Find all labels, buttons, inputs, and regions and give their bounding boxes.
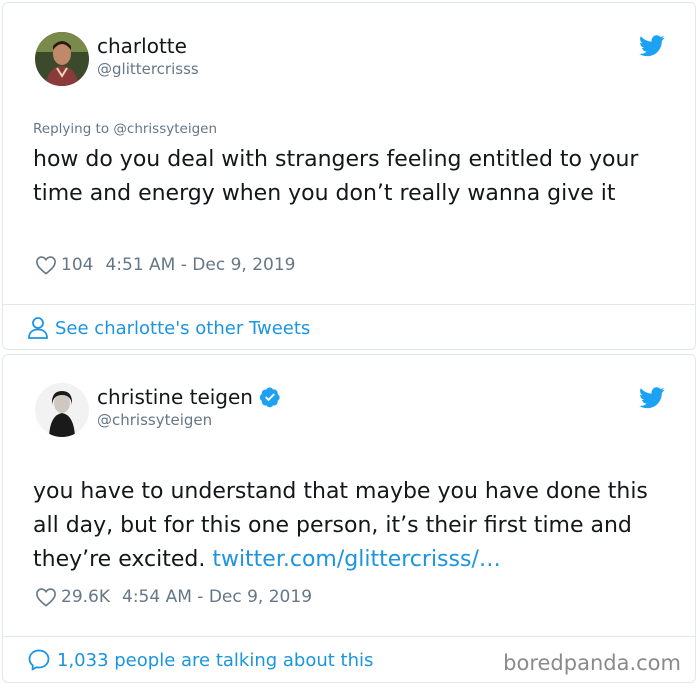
tweet-meta: 29.6K 4:54 AM - Dec 9, 2019 bbox=[35, 587, 312, 607]
tweet-text: how do you deal with strangers feeling e… bbox=[33, 147, 639, 206]
twitter-bird-icon[interactable] bbox=[639, 387, 665, 409]
author-name[interactable]: charlotte bbox=[97, 34, 187, 58]
see-other-tweets-link[interactable]: See charlotte's other Tweets bbox=[27, 316, 310, 340]
watermark: boredpanda.com bbox=[503, 651, 681, 675]
author-name[interactable]: christine teigen bbox=[97, 385, 253, 409]
tweet-text: you have to understand that maybe you ha… bbox=[33, 475, 673, 577]
tweet-card-charlotte[interactable]: charlotte @glittercrisss Replying to @ch… bbox=[2, 2, 696, 350]
author-name-row[interactable]: christine teigen bbox=[97, 385, 281, 409]
verified-badge-icon bbox=[259, 387, 280, 408]
divider bbox=[3, 304, 695, 305]
see-other-tweets-label[interactable]: See charlotte's other Tweets bbox=[55, 318, 310, 339]
timestamp[interactable]: 4:51 AM - Dec 9, 2019 bbox=[105, 255, 295, 275]
divider bbox=[3, 636, 695, 637]
tweet-meta: 104 4:51 AM - Dec 9, 2019 bbox=[35, 255, 295, 275]
timestamp[interactable]: 4:54 AM - Dec 9, 2019 bbox=[122, 587, 312, 607]
person-icon bbox=[28, 317, 48, 339]
comment-bubble-icon bbox=[28, 649, 50, 671]
tweet-link[interactable]: twitter.com/glittercrisss/… bbox=[212, 547, 501, 572]
tweet-card-christine[interactable]: christine teigen @chrissyteigen you have… bbox=[2, 354, 696, 683]
conversation-link[interactable]: 1,033 people are talking about this bbox=[27, 648, 373, 672]
like-count[interactable]: 104 bbox=[61, 255, 93, 275]
heart-icon[interactable] bbox=[35, 587, 57, 607]
author-handle[interactable]: @glittercrisss bbox=[97, 60, 199, 78]
twitter-bird-icon[interactable] bbox=[639, 35, 665, 57]
replying-to[interactable]: Replying to @chrissyteigen bbox=[33, 121, 217, 137]
avatar[interactable] bbox=[35, 383, 89, 437]
author-handle[interactable]: @chrissyteigen bbox=[97, 411, 212, 429]
avatar[interactable] bbox=[35, 32, 89, 86]
like-count[interactable]: 29.6K bbox=[61, 587, 110, 607]
heart-icon[interactable] bbox=[35, 255, 57, 275]
conversation-count-label[interactable]: 1,033 people are talking about this bbox=[57, 650, 373, 671]
